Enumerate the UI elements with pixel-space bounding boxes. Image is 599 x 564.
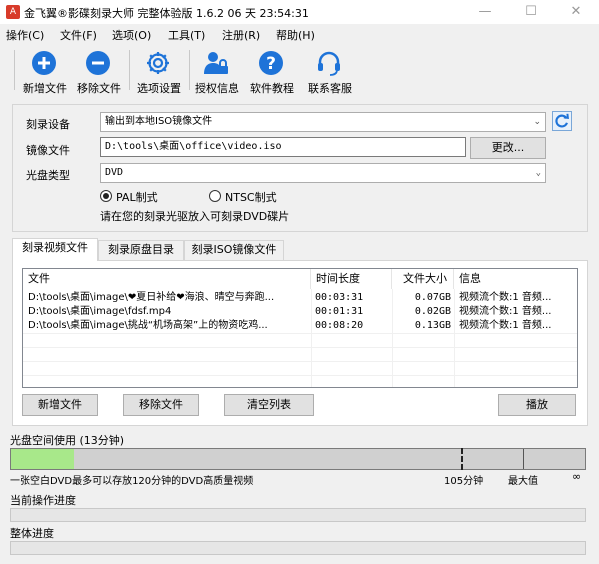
column-header-duration[interactable]: 时间长度 xyxy=(311,269,392,289)
maximize-button[interactable]: ☐ xyxy=(508,0,554,24)
add-circle-icon xyxy=(32,51,56,75)
toolbar-remove-file-button[interactable]: 移除文件 xyxy=(71,48,127,95)
clear-list-button[interactable]: 清空列表 xyxy=(224,394,314,416)
toolbar-tutorial-label: 软件教程 xyxy=(250,82,294,95)
cell-duration: 00:01:31 xyxy=(315,306,364,317)
change-image-button[interactable]: 更改... xyxy=(470,137,546,159)
toolbar-remove-file-label: 移除文件 xyxy=(77,82,121,95)
tab-burn-video[interactable]: 刻录视频文件 xyxy=(12,238,98,261)
toolbar-add-file-label: 新增文件 xyxy=(23,82,67,95)
cell-size: 0.13GB xyxy=(414,320,451,331)
toolbar-options-label: 选项设置 xyxy=(137,82,181,95)
refresh-icon xyxy=(555,113,569,128)
cell-duration: 00:08:20 xyxy=(315,320,364,331)
app-icon: A xyxy=(6,5,20,19)
toolbar-license-label: 授权信息 xyxy=(195,82,239,95)
minimize-button[interactable]: — xyxy=(462,0,508,24)
current-progress-label: 当前操作进度 xyxy=(10,494,76,507)
mark-max-label: 最大值 xyxy=(508,476,538,487)
play-button[interactable]: 播放 xyxy=(498,394,576,416)
menu-operate[interactable]: 操作(C) xyxy=(6,27,44,43)
toolbar-separator xyxy=(14,50,15,90)
cell-size: 0.02GB xyxy=(414,306,451,317)
cell-info: 视频流个数:1 音频... xyxy=(459,292,552,303)
list-remove-file-button[interactable]: 移除文件 xyxy=(123,394,199,416)
toolbar-support-label: 联系客服 xyxy=(308,82,352,95)
disc-type-select[interactable]: DVD ⌄ xyxy=(100,163,546,183)
disc-hint: 请在您的刻录光驱放入可刻录DVD碟片 xyxy=(100,210,290,223)
cell-file: D:\tools\桌面\image\❤夏日补给❤海浪、晴空与奔跑... xyxy=(28,292,275,303)
remove-circle-icon xyxy=(86,51,110,75)
mark-infinity-label: ∞ xyxy=(572,470,582,483)
menu-register[interactable]: 注册(R) xyxy=(222,27,260,43)
mark-max-line xyxy=(523,449,524,469)
menu-file[interactable]: 文件(F) xyxy=(60,27,97,43)
image-file-input[interactable]: D:\tools\桌面\office\video.iso xyxy=(100,137,466,157)
window-title: 金飞翼®影碟刻录大师 完整体验版 1.6.2 06 天 23:54:31 xyxy=(24,7,309,20)
overall-progress-label: 整体进度 xyxy=(10,527,54,540)
headset-icon xyxy=(318,51,340,76)
ntsc-radio[interactable] xyxy=(209,190,221,202)
column-header-size[interactable]: 文件大小 xyxy=(392,269,454,289)
cell-file: D:\tools\桌面\image\fdsf.mp4 xyxy=(28,306,172,317)
file-list[interactable]: 文件 时间长度 文件大小 信息 D:\tools\桌面\image\❤夏日补给❤… xyxy=(22,268,578,388)
current-progress-bar xyxy=(10,508,586,522)
menu-help[interactable]: 帮助(H) xyxy=(276,27,315,43)
chevron-down-icon: ⌄ xyxy=(535,168,541,178)
close-button[interactable]: ✕ xyxy=(553,0,599,24)
cell-info: 视频流个数:1 音频... xyxy=(459,320,552,331)
pal-label: PAL制式 xyxy=(116,191,158,204)
column-header-info[interactable]: 信息 xyxy=(454,269,577,289)
mark-105-line xyxy=(461,448,463,470)
table-row[interactable]: D:\tools\桌面\image\fdsf.mp4 00:01:31 0.02… xyxy=(23,305,577,319)
cell-size: 0.07GB xyxy=(414,292,451,303)
refresh-button[interactable] xyxy=(552,111,572,131)
disc-usage-bar xyxy=(10,448,586,470)
menu-tools[interactable]: 工具(T) xyxy=(168,27,205,43)
image-file-label: 镜像文件 xyxy=(26,144,70,157)
burner-device-select[interactable]: 输出到本地ISO镜像文件 ⌄ xyxy=(100,112,546,132)
table-row[interactable]: D:\tools\桌面\image\❤夏日补给❤海浪、晴空与奔跑... 00:0… xyxy=(23,291,577,305)
tab-burn-original-dir[interactable]: 刻录原盘目录 xyxy=(98,240,184,260)
disc-capacity-caption: 一张空白DVD最多可以存放120分钟的DVD高质量视频 xyxy=(10,476,254,487)
tab-burn-iso[interactable]: 刻录ISO镜像文件 xyxy=(184,240,284,260)
cell-info: 视频流个数:1 音频... xyxy=(459,306,552,317)
toolbar-support-button[interactable]: 联系客服 xyxy=(302,48,358,95)
disc-usage-fill xyxy=(11,449,75,469)
disc-usage-label: 光盘空间使用 (13分钟) xyxy=(10,434,125,447)
gear-icon xyxy=(147,52,169,74)
svg-text:?: ? xyxy=(266,54,276,74)
toolbar-options-button[interactable]: 选项设置 xyxy=(131,48,187,95)
row-divider xyxy=(23,333,577,334)
toolbar-separator xyxy=(129,50,130,90)
burner-device-value: 输出到本地ISO镜像文件 xyxy=(105,116,213,127)
overall-progress-bar xyxy=(10,541,586,555)
cell-file: D:\tools\桌面\image\挑战“机场高架”上的物资吃鸡... xyxy=(28,320,268,331)
toolbar-license-button[interactable]: 授权信息 xyxy=(189,48,245,95)
menu-options[interactable]: 选项(O) xyxy=(112,27,151,43)
column-header-file[interactable]: 文件 xyxy=(23,269,311,289)
toolbar-add-file-button[interactable]: 新增文件 xyxy=(17,48,73,95)
chevron-down-icon: ⌄ xyxy=(533,117,541,127)
disc-type-value: DVD xyxy=(105,167,124,178)
table-row[interactable]: D:\tools\桌面\image\挑战“机场高架”上的物资吃鸡... 00:0… xyxy=(23,319,577,333)
disc-type-label: 光盘类型 xyxy=(26,169,70,182)
toolbar-tutorial-button[interactable]: ? 软件教程 xyxy=(244,48,300,95)
mark-105-label: 105分钟 xyxy=(444,476,484,487)
row-divider xyxy=(23,375,577,376)
list-add-file-button[interactable]: 新增文件 xyxy=(22,394,98,416)
burner-device-label: 刻录设备 xyxy=(26,118,70,131)
cell-duration: 00:03:31 xyxy=(315,292,364,303)
question-icon: ? xyxy=(259,51,283,75)
pal-radio[interactable] xyxy=(100,190,112,202)
row-divider xyxy=(23,361,577,362)
ntsc-label: NTSC制式 xyxy=(225,191,277,204)
row-divider xyxy=(23,347,577,348)
user-lock-icon xyxy=(204,52,228,74)
